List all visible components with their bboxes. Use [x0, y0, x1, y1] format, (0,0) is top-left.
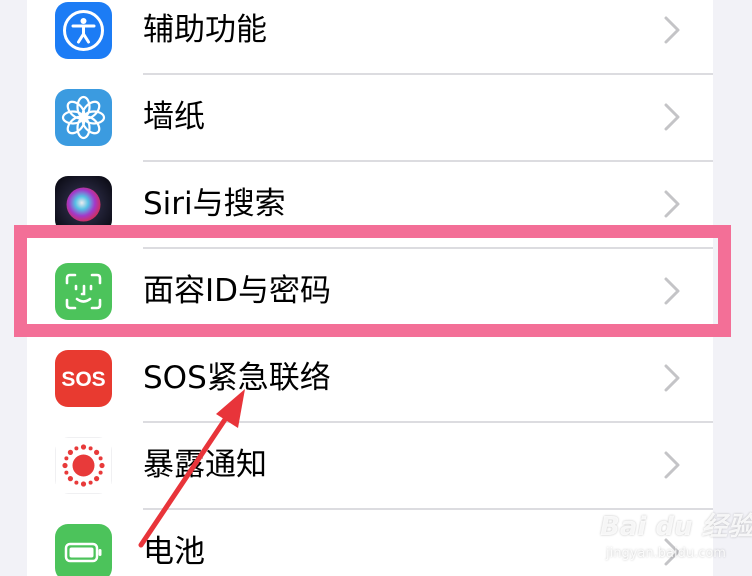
settings-row-emergency-sos[interactable]: SOS SOS紧急联络 — [27, 336, 713, 423]
highlight-box — [14, 225, 731, 337]
settings-row-wallpaper[interactable]: 墙纸 — [27, 75, 713, 162]
sos-icon: SOS — [55, 350, 112, 407]
accessibility-icon — [55, 2, 112, 59]
settings-row-label: 墙纸 — [143, 99, 205, 135]
chevron-right-icon — [664, 451, 680, 479]
chevron-right-icon — [664, 364, 680, 392]
exposure-notification-icon — [55, 437, 112, 494]
settings-row-exposure-notifications[interactable]: 暴露通知 — [27, 423, 713, 510]
settings-row-label: 辅助功能 — [143, 12, 267, 48]
sos-icon-text: SOS — [61, 368, 105, 391]
chevron-right-icon — [664, 103, 680, 131]
settings-row-label: 电池 — [143, 534, 205, 570]
settings-row-label: SOS紧急联络 — [143, 360, 331, 396]
settings-row-label: 暴露通知 — [143, 447, 267, 483]
chevron-right-icon — [664, 16, 680, 44]
battery-icon — [55, 524, 112, 576]
chevron-right-icon — [664, 190, 680, 218]
watermark-url: jingyan.baidu.com — [606, 546, 726, 561]
watermark-brand: Bai du 经验 — [600, 512, 752, 542]
baidu-jingyan-watermark: Bai du 经验 jingyan.baidu.com — [592, 506, 752, 570]
wallpaper-flower-icon — [55, 89, 112, 146]
settings-row-label: Siri与搜索 — [143, 186, 286, 222]
settings-row-accessibility[interactable]: 辅助功能 — [27, 0, 713, 75]
